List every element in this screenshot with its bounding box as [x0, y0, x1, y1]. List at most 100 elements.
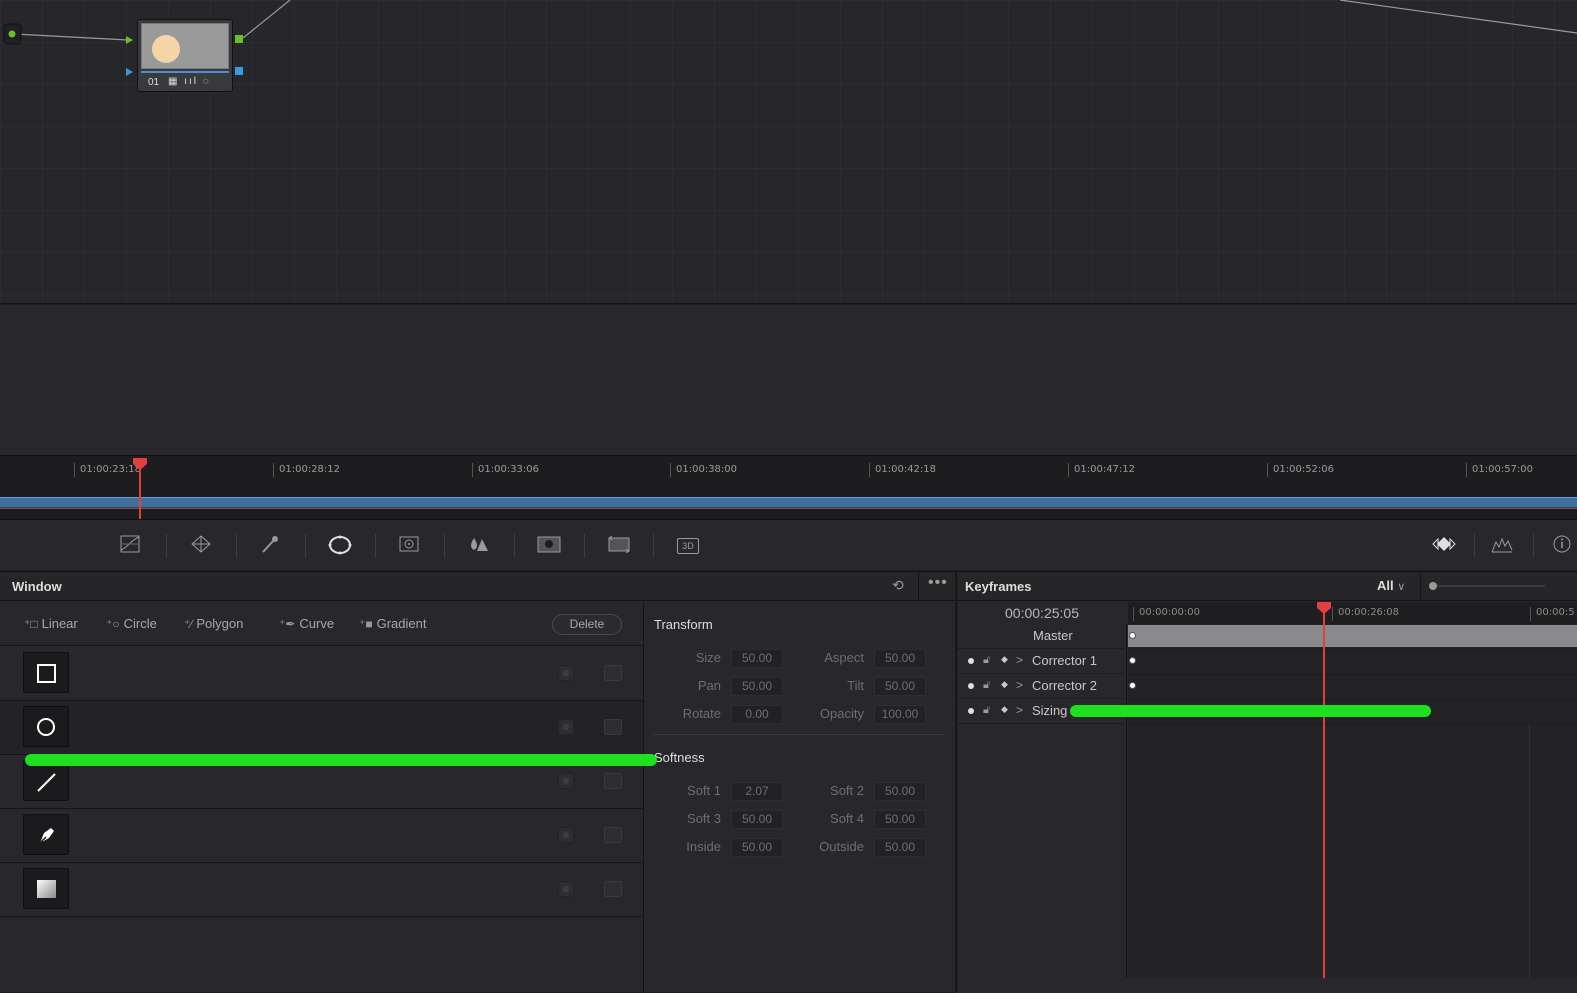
window-invert-toggle[interactable]: [604, 773, 622, 789]
keyframes-ruler[interactable]: 00:00:00:00 00:00:26:08 00:00:5: [1128, 602, 1577, 624]
window-invert-toggle[interactable]: [604, 827, 622, 843]
playhead-line[interactable]: [139, 464, 141, 520]
window-row-circle[interactable]: [0, 701, 643, 755]
pan-field[interactable]: 50.00: [731, 677, 783, 696]
node-rgb-output-port[interactable]: [235, 35, 243, 43]
polygon-tool-button[interactable]: ⁺∕ Polygon: [184, 616, 243, 631]
keyframes-filter-dropdown[interactable]: All ∨: [1377, 578, 1405, 593]
circle-tool-button[interactable]: ⁺○ Circle: [106, 616, 157, 631]
3d-icon[interactable]: 3D: [676, 534, 700, 556]
track-divider: [1128, 699, 1577, 700]
rotate-field[interactable]: 0.00: [731, 705, 783, 724]
chevron-right-icon[interactable]: >: [1016, 653, 1023, 667]
curve-tool-icon: ⁺✒: [279, 617, 296, 631]
node-editor[interactable]: 01 ▦ ııl ◌: [0, 0, 1577, 304]
track-enable-dot[interactable]: [968, 658, 974, 664]
outside-field[interactable]: 50.00: [874, 838, 926, 857]
window-enable-toggle[interactable]: [558, 719, 574, 735]
soft2-field[interactable]: 50.00: [874, 782, 926, 801]
track-label: Corrector 2: [1032, 678, 1098, 693]
keyframe-diamond-icon[interactable]: ◆: [1001, 654, 1008, 665]
soft4-field[interactable]: 50.00: [874, 810, 926, 829]
curves-icon[interactable]: [118, 534, 142, 556]
keyframe-diamond-icon[interactable]: ◆: [1001, 704, 1008, 715]
track-enable-dot[interactable]: [968, 683, 974, 689]
chevron-right-icon[interactable]: >: [1016, 703, 1023, 717]
zoom-slider-track[interactable]: [1437, 585, 1545, 587]
keyframe-row-corrector-2[interactable]: 🔓︎ ◆ > Corrector 2: [957, 674, 1127, 699]
tilt-label: Tilt: [847, 678, 864, 693]
keyframe-row-corrector-1[interactable]: 🔓︎ ◆ > Corrector 1: [957, 649, 1127, 674]
inside-field[interactable]: 50.00: [731, 838, 783, 857]
qualifier-icon[interactable]: [258, 534, 282, 556]
keyframes-footer: [957, 978, 1577, 993]
panel-divider: [643, 602, 644, 993]
gradient-tool-button[interactable]: ⁺■ Gradient: [359, 616, 426, 631]
window-invert-toggle[interactable]: [604, 665, 622, 681]
keyframe-diamond-icon[interactable]: ◆: [1001, 679, 1008, 690]
chevron-right-icon[interactable]: >: [1016, 678, 1023, 692]
sizing-icon[interactable]: [606, 534, 630, 556]
keyframe-marker[interactable]: [1129, 657, 1136, 664]
node-connections: [3, 0, 1577, 76]
window-enable-toggle[interactable]: [558, 881, 574, 897]
corrector-node-01[interactable]: 01 ▦ ııl ◌: [137, 19, 233, 92]
polygon-tool-icon: ⁺∕: [184, 617, 193, 631]
circle-shape-icon[interactable]: [23, 706, 69, 747]
window-invert-toggle[interactable]: [604, 881, 622, 897]
size-field[interactable]: 50.00: [731, 649, 783, 668]
window-row-gradient[interactable]: [0, 863, 643, 917]
tilt-field[interactable]: 50.00: [874, 677, 926, 696]
blur-icon[interactable]: [466, 534, 490, 556]
delete-button[interactable]: Delete: [552, 614, 622, 635]
keyframes-playhead-line[interactable]: [1323, 609, 1325, 978]
keyframe-marker[interactable]: [1129, 682, 1136, 689]
soft3-field[interactable]: 50.00: [731, 810, 783, 829]
window-enable-toggle[interactable]: [558, 665, 574, 681]
info-icon[interactable]: [1550, 534, 1574, 556]
toolbar-separator: [444, 534, 445, 558]
window-enable-toggle[interactable]: [558, 827, 574, 843]
window-icon[interactable]: [327, 534, 352, 556]
aspect-field[interactable]: 50.00: [874, 649, 926, 668]
pan-label: Pan: [697, 678, 721, 693]
keyframes-icon[interactable]: [1431, 534, 1456, 556]
key-icon[interactable]: [536, 534, 561, 556]
shape-tools-bar: ⁺□ Linear ⁺○ Circle ⁺∕ Polygon ⁺✒ Curve ⁺■ Gr…: [0, 602, 643, 646]
soft4-label: Soft 4: [830, 811, 864, 826]
zoom-slider-handle[interactable]: [1429, 582, 1437, 590]
track-label: Corrector 1: [1032, 653, 1098, 668]
tracker-icon[interactable]: [397, 534, 421, 556]
mini-timeline[interactable]: 01:00:23:18 01:00:28:12 01:00:33:06 01:0…: [0, 455, 1577, 520]
lock-icon[interactable]: 🔓︎: [983, 704, 990, 717]
lock-icon[interactable]: 🔓︎: [983, 679, 990, 692]
keyframe-marker[interactable]: [1129, 632, 1136, 639]
opacity-field[interactable]: 100.00: [874, 705, 926, 724]
timecode-label: 01:00:33:06: [472, 463, 539, 477]
square-shape-icon[interactable]: [23, 652, 69, 693]
window-invert-toggle[interactable]: [604, 719, 622, 735]
window-row-square[interactable]: [0, 647, 643, 701]
master-track-bar[interactable]: [1128, 625, 1577, 647]
scopes-icon[interactable]: [1490, 534, 1514, 556]
track-enable-dot[interactable]: [968, 708, 974, 714]
node-key-output-port[interactable]: [235, 67, 243, 75]
soft1-field[interactable]: 2.07: [731, 782, 783, 801]
window-row-curve[interactable]: [0, 809, 643, 863]
toolbar-separator: [514, 534, 515, 558]
color-warper-icon[interactable]: [189, 534, 213, 556]
line-shape-icon[interactable]: [23, 760, 69, 801]
options-menu-icon[interactable]: •••: [928, 574, 948, 592]
toolbar-separator: [1533, 534, 1534, 558]
linear-tool-button[interactable]: ⁺□ Linear: [24, 616, 78, 631]
window-enable-toggle[interactable]: [558, 773, 574, 789]
keyframe-row-master[interactable]: Master: [957, 624, 1127, 649]
reset-icon[interactable]: ⟲: [892, 577, 904, 594]
curve-tool-button[interactable]: ⁺✒ Curve: [279, 616, 334, 631]
lock-icon[interactable]: 🔓︎: [983, 654, 990, 667]
gradient-shape-icon[interactable]: [23, 868, 69, 909]
keyframes-track-area[interactable]: [1128, 624, 1577, 978]
soft1-label: Soft 1: [687, 783, 721, 798]
pen-shape-icon[interactable]: [23, 814, 69, 855]
clip-track[interactable]: [0, 497, 1577, 508]
